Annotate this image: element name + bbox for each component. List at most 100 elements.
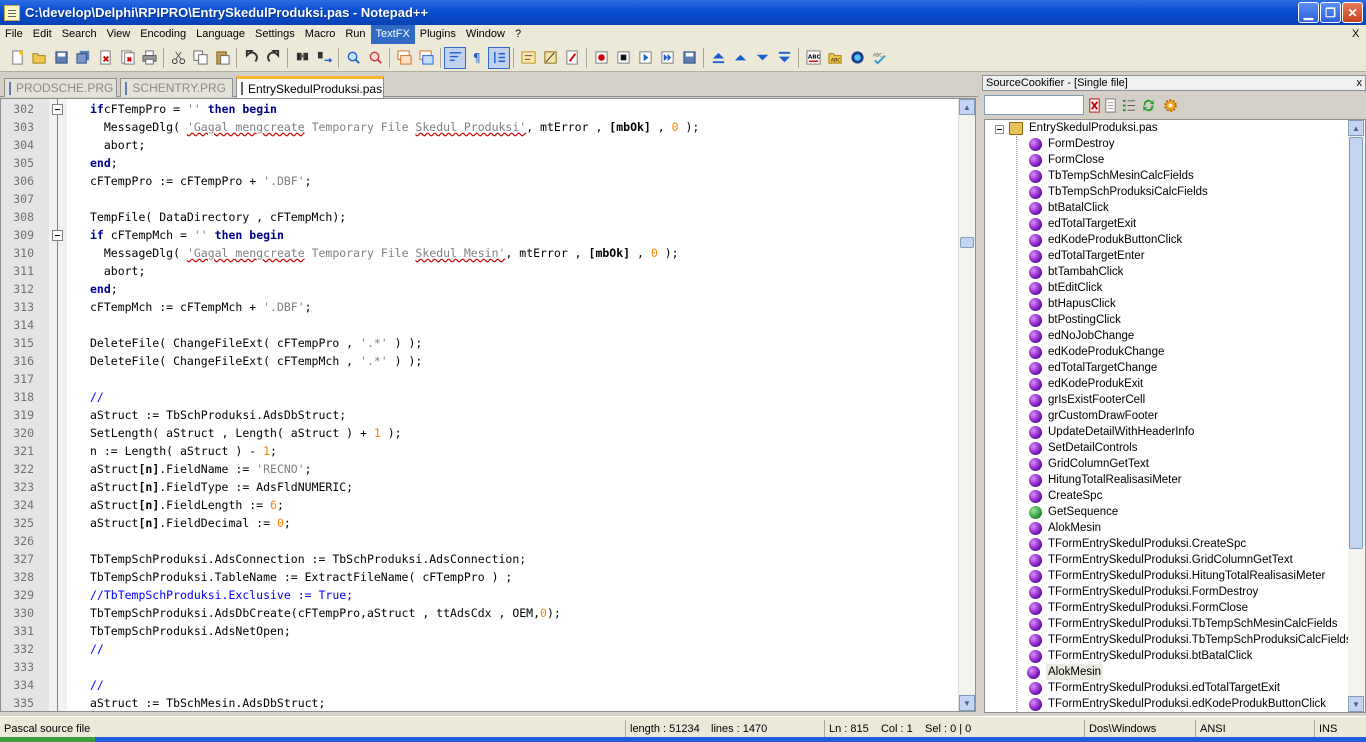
tree-item[interactable]: CreateSpc: [1029, 488, 1102, 504]
code-line[interactable]: 305 end;: [1, 154, 959, 172]
code-line[interactable]: 318 //: [1, 388, 959, 406]
tree-item[interactable]: TFormEntrySkedulProduksi.HitungTotalReal…: [1029, 568, 1325, 584]
stop-macro-icon[interactable]: [612, 47, 634, 69]
code-line[interactable]: 325 aStruct[n].FieldDecimal := 0;: [1, 514, 959, 532]
tree-item[interactable]: TbTempSchProduksiCalcFields: [1029, 184, 1208, 200]
tree-item[interactable]: btEditClick: [1029, 280, 1102, 296]
show-all-chars-icon[interactable]: ¶: [466, 47, 488, 69]
tree-item[interactable]: btHapusClick: [1029, 296, 1116, 312]
tree-item[interactable]: btBatalClick: [1029, 200, 1109, 216]
function-list-icon[interactable]: [561, 47, 583, 69]
sync-vertical-icon[interactable]: [393, 47, 415, 69]
tree-vertical-scrollbar[interactable]: ▲ ▼: [1348, 120, 1365, 712]
menu-textfx[interactable]: TextFX: [370, 25, 415, 44]
code-line[interactable]: 312 end;: [1, 280, 959, 298]
tree-item[interactable]: edTotalTargetEnter: [1029, 248, 1145, 264]
tree-item[interactable]: edTotalTargetChange: [1029, 360, 1157, 376]
replace-icon[interactable]: [313, 47, 335, 69]
code-line[interactable]: 308 TempFile( DataDirectory , cFTempMch);: [1, 208, 959, 226]
copy-icon[interactable]: [189, 47, 211, 69]
symbol-tree[interactable]: EntrySkedulProduksi.pas FormDestroy FormC…: [984, 119, 1366, 713]
code-line[interactable]: 321 n := Length( aStruct ) - 1;: [1, 442, 959, 460]
code-line[interactable]: 320 SetLength( aStruct , Length( aStruct …: [1, 424, 959, 442]
code-line[interactable]: 324 aStruct[n].FieldLength := 6;: [1, 496, 959, 514]
tree-item[interactable]: GetSequence: [1029, 504, 1118, 520]
find-icon[interactable]: [291, 47, 313, 69]
menu-encoding[interactable]: Encoding: [135, 25, 191, 44]
menu-window[interactable]: Window: [461, 25, 510, 44]
tree-item[interactable]: TbTempSchMesinCalcFields: [1029, 168, 1194, 184]
cut-icon[interactable]: [167, 47, 189, 69]
close-all-icon[interactable]: [116, 47, 138, 69]
fold-toggle-icon[interactable]: [52, 104, 63, 115]
code-line[interactable]: 303 MessageDlg( 'Gagal mengcreate Tempor…: [1, 118, 959, 136]
code-lines[interactable]: 302 ifcFTempPro = '' then begin 303 Messag…: [1, 100, 959, 711]
code-line[interactable]: 333: [1, 658, 959, 676]
menu-run[interactable]: Run: [340, 25, 370, 44]
tree-item[interactable]: UpdateDetailWithHeaderInfo: [1029, 424, 1194, 440]
menu-plugins[interactable]: Plugins: [415, 25, 461, 44]
paste-icon[interactable]: [211, 47, 233, 69]
spell-check-icon[interactable]: ABC: [802, 47, 824, 69]
code-line[interactable]: 334 //: [1, 676, 959, 694]
code-line[interactable]: 332 //: [1, 640, 959, 658]
tree-item[interactable]: grCustomDrawFooter: [1029, 408, 1158, 424]
tree-root-node[interactable]: EntrySkedulProduksi.pas: [1029, 120, 1157, 136]
document-icon[interactable]: [1102, 97, 1118, 113]
save-macro-icon[interactable]: [678, 47, 700, 69]
tree-item[interactable]: TFormEntrySkedulProduksi.CreateSpc: [1029, 536, 1246, 552]
refresh-icon[interactable]: [1140, 97, 1156, 113]
tree-collapse-toggle[interactable]: [995, 125, 1004, 134]
tree-scroll-up-icon[interactable]: ▲: [1348, 120, 1364, 136]
user-lang-icon[interactable]: [517, 47, 539, 69]
tree-item[interactable]: edNoJobChange: [1029, 328, 1134, 344]
tree-item[interactable]: TFormEntrySkedulProduksi.TbTempSchMesinC…: [1029, 616, 1338, 632]
tree-item[interactable]: edTotalTargetExit: [1029, 216, 1136, 232]
settings-gear-icon[interactable]: [1162, 97, 1178, 113]
code-line[interactable]: 302 ifcFTempPro = '' then begin: [1, 100, 959, 118]
tree-item[interactable]: TFormEntrySkedulProduksi.FormDestroy: [1029, 584, 1258, 600]
code-line[interactable]: 330 TbTempSchProduksi.AdsDbCreate(cFTempP…: [1, 604, 959, 622]
minimize-button[interactable]: ▁: [1298, 2, 1319, 23]
save-icon[interactable]: [50, 47, 72, 69]
close-button[interactable]: ✕: [1342, 2, 1363, 23]
symbol-search-input[interactable]: [984, 95, 1084, 115]
tree-item[interactable]: edKodeProdukChange: [1029, 344, 1164, 360]
code-line[interactable]: 307: [1, 190, 959, 208]
code-line[interactable]: 311 abort;: [1, 262, 959, 280]
bookmark-last-icon[interactable]: [773, 47, 795, 69]
code-line[interactable]: 309 if cFTempMch = '' then begin: [1, 226, 959, 244]
tree-item[interactable]: HitungTotalRealisasiMeter: [1029, 472, 1182, 488]
tree-item[interactable]: grIsExistFooterCell: [1029, 392, 1145, 408]
code-line[interactable]: 327 TbTempSchProduksi.AdsConnection := Tb…: [1, 550, 959, 568]
code-line[interactable]: 316 DeleteFile( ChangeFileExt( cFTempMch …: [1, 352, 959, 370]
code-line[interactable]: 326: [1, 532, 959, 550]
tree-item[interactable]: FormClose: [1029, 152, 1104, 168]
menu-language[interactable]: Language: [191, 25, 250, 44]
tree-item[interactable]: FormDestroy: [1029, 136, 1114, 152]
save-all-icon[interactable]: [72, 47, 94, 69]
code-line[interactable]: 314: [1, 316, 959, 334]
tree-item[interactable]: SetDetailControls: [1029, 440, 1137, 456]
menu-help[interactable]: ?: [510, 25, 526, 44]
tree-item[interactable]: AlokMesin: [1029, 520, 1101, 536]
code-line[interactable]: 313 cFTempMch := cFTempMch + '.DBF';: [1, 298, 959, 316]
tree-item[interactable]: AlokMesin: [1027, 664, 1104, 680]
list-view-icon[interactable]: [1120, 97, 1136, 113]
bookmark-prev-icon[interactable]: [729, 47, 751, 69]
code-line[interactable]: 306 cFTempPro := cFTempPro + '.DBF';: [1, 172, 959, 190]
tree-item[interactable]: GridColumnGetText: [1029, 456, 1149, 472]
code-line[interactable]: 329 //TbTempSchProduksi.Exclusive := True…: [1, 586, 959, 604]
panel-close-button[interactable]: x: [1357, 76, 1363, 90]
menu-macro[interactable]: Macro: [300, 25, 341, 44]
new-file-icon[interactable]: [6, 47, 28, 69]
tab-schentry-prg[interactable]: SCHENTRY.PRG: [120, 78, 233, 97]
code-line[interactable]: 328 TbTempSchProduksi.TableName := Extrac…: [1, 568, 959, 586]
doc-map-icon[interactable]: [539, 47, 561, 69]
run-macro-multiple-icon[interactable]: [656, 47, 678, 69]
code-line[interactable]: 315 DeleteFile( ChangeFileExt( cFTempPro …: [1, 334, 959, 352]
code-line[interactable]: 322 aStruct[n].FieldName := 'RECNO';: [1, 460, 959, 478]
bookmark-next-icon[interactable]: [751, 47, 773, 69]
close-icon[interactable]: [94, 47, 116, 69]
play-macro-icon[interactable]: [634, 47, 656, 69]
